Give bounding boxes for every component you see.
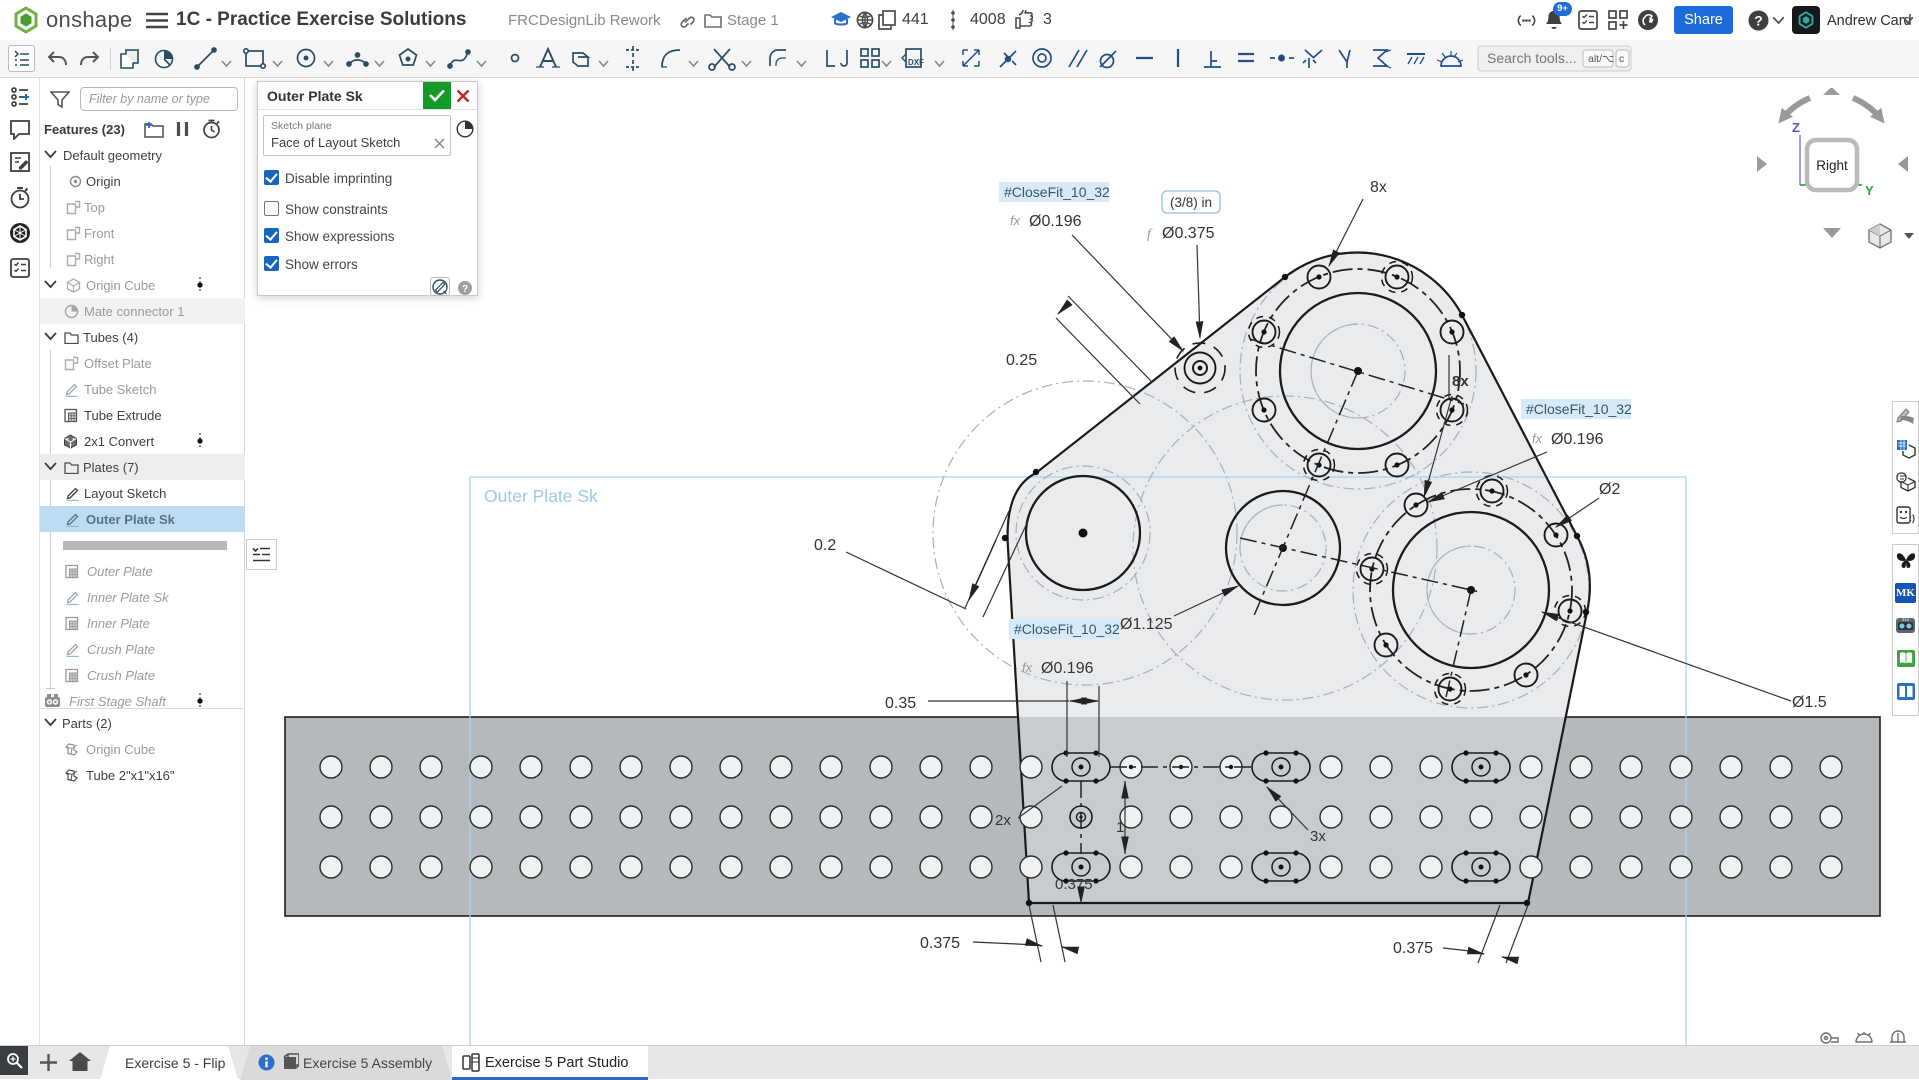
svg-text:0.375: 0.375 (1055, 876, 1093, 893)
svg-text:Z: Z (1792, 120, 1800, 135)
svg-text:3x: 3x (1310, 828, 1326, 845)
svg-text:f: f (1147, 227, 1153, 242)
svg-text:Search tools...: Search tools... (1487, 50, 1577, 66)
svg-text:Ø0.375: Ø0.375 (1162, 225, 1215, 242)
svg-text:919: 919 (1902, 617, 1909, 622)
svg-text:DXF: DXF (908, 58, 924, 67)
svg-text:?: ? (1754, 13, 1763, 29)
svg-text:Ø0.196: Ø0.196 (1029, 213, 1082, 230)
svg-text:8x: 8x (1370, 179, 1387, 196)
svg-text:2x: 2x (995, 812, 1011, 829)
svg-text:Right: Right (1816, 158, 1848, 173)
svg-text:fx: fx (1532, 431, 1543, 446)
svg-text:fx: fx (1010, 213, 1021, 228)
svg-text:0.2: 0.2 (814, 537, 836, 554)
svg-text:#CloseFit_10_32: #CloseFit_10_32 (1014, 621, 1120, 637)
svg-text:8x: 8x (1452, 373, 1469, 390)
svg-text:Ø1.5: Ø1.5 (1792, 694, 1827, 711)
svg-text:(3/8) in: (3/8) in (1170, 195, 1212, 210)
svg-text:Ø0.196: Ø0.196 (1041, 660, 1094, 677)
svg-text:c: c (1619, 53, 1624, 65)
svg-text::): :) (1909, 513, 1915, 523)
svg-text:alt/⌥: alt/⌥ (1588, 53, 1614, 65)
svg-text:Y: Y (1865, 183, 1874, 198)
svg-text:Ø1.125: Ø1.125 (1120, 616, 1173, 633)
svg-text:?: ? (462, 284, 468, 295)
svg-text:Ø0.196: Ø0.196 (1551, 431, 1604, 448)
svg-text:0.375: 0.375 (920, 935, 960, 952)
svg-text:Outer Plate Sk: Outer Plate Sk (484, 486, 598, 506)
svg-text:#CloseFit_10_32: #CloseFit_10_32 (1004, 184, 1110, 200)
svg-text:0.375: 0.375 (1393, 940, 1433, 957)
svg-text:Ø2: Ø2 (1599, 481, 1620, 498)
svg-text:fx: fx (1022, 660, 1033, 675)
svg-text:0.25: 0.25 (1006, 352, 1037, 369)
svg-text:1: 1 (1116, 819, 1124, 836)
svg-text:#CloseFit_10_32: #CloseFit_10_32 (1526, 401, 1632, 417)
svg-text:0.35: 0.35 (885, 695, 916, 712)
